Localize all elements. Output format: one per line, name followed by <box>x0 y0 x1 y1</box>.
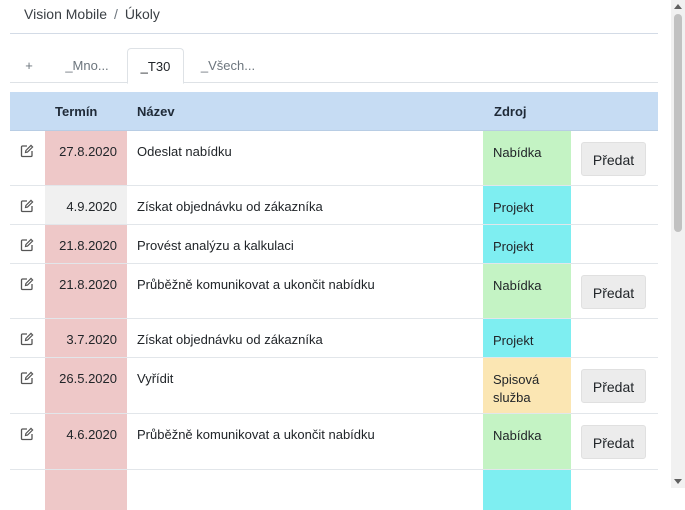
predat-button[interactable]: Předat <box>581 369 646 403</box>
task-source: Projekt <box>483 319 571 357</box>
task-title[interactable]: Vyřídit <box>137 358 483 413</box>
tab-bar: + _Mno... _T30 _Všech... <box>10 48 658 84</box>
task-date: 21.8.2020 <box>45 264 127 318</box>
breadcrumb-current-page: Úkoly <box>124 6 160 22</box>
task-date: 3.7.2020 <box>45 319 127 357</box>
edit-icon[interactable] <box>20 144 34 158</box>
table-row[interactable]: 4.9.2020 Získat objednávku od zákazníka Pr… <box>10 186 658 225</box>
edit-cell <box>10 264 45 318</box>
action-cell: Předat <box>581 264 658 318</box>
action-cell <box>581 319 658 357</box>
table-header: Termín Název Zdroj <box>10 92 658 131</box>
task-title[interactable]: Provést analýzu a kalkulaci <box>137 225 483 263</box>
edit-icon[interactable] <box>20 427 34 441</box>
tab-mno[interactable]: _Mno... <box>54 48 120 83</box>
edit-cell <box>10 131 45 185</box>
task-source: Nabídka <box>483 414 571 469</box>
action-cell: Předat <box>581 131 658 185</box>
predat-button[interactable]: Předat <box>581 142 646 176</box>
edit-icon[interactable] <box>20 238 34 252</box>
table-row[interactable]: 26.5.2020 Vyřídit Spisová služba Předat <box>10 358 658 414</box>
action-cell <box>581 225 658 263</box>
action-cell: Předat <box>581 358 658 413</box>
task-date: 4.6.2020 <box>45 414 127 469</box>
task-title[interactable]: Průběžně komunikovat a ukončit nabídku <box>137 264 483 318</box>
tab-vsech[interactable]: _Všech... <box>190 48 266 83</box>
task-date: 27.8.2020 <box>45 131 127 185</box>
column-header-nazev[interactable]: Název <box>137 92 175 131</box>
task-date: 4.9.2020 <box>45 186 127 224</box>
task-title[interactable]: Odeslat nabídku <box>137 131 483 185</box>
table-row[interactable]: 27.8.2020 Odeslat nabídku Nabídka Předat <box>10 131 658 186</box>
edit-cell <box>10 186 45 224</box>
breadcrumb-app-link[interactable]: Vision Mobile <box>24 6 107 22</box>
table-row[interactable]: 21.8.2020 Průběžně komunikovat a ukončit … <box>10 264 658 319</box>
predat-button[interactable]: Předat <box>581 275 646 309</box>
column-header-termin[interactable]: Termín <box>55 92 97 131</box>
task-source <box>483 470 571 510</box>
tab-add[interactable]: + <box>10 48 48 83</box>
edit-icon[interactable] <box>20 332 34 346</box>
scroll-down-arrow-icon[interactable] <box>674 479 682 484</box>
task-source: Projekt <box>483 186 571 224</box>
task-source: Projekt <box>483 225 571 263</box>
edit-icon[interactable] <box>20 371 34 385</box>
scroll-up-arrow-icon[interactable] <box>674 4 682 9</box>
task-date: 21.8.2020 <box>45 225 127 263</box>
edit-cell <box>10 225 45 263</box>
table-row-partial[interactable] <box>10 470 658 510</box>
edit-cell <box>10 414 45 469</box>
table-row[interactable]: 3.7.2020 Získat objednávku od zákazníka Pr… <box>10 319 658 358</box>
edit-cell <box>10 358 45 413</box>
header-divider <box>10 33 658 34</box>
task-title[interactable]: Průběžně komunikovat a ukončit nabídku <box>137 414 483 469</box>
table-row[interactable]: 21.8.2020 Provést analýzu a kalkulaci Proj… <box>10 225 658 264</box>
action-cell <box>581 186 658 224</box>
tab-t30[interactable]: _T30 <box>127 48 184 84</box>
task-title[interactable]: Získat objednávku od zákazníka <box>137 186 483 224</box>
edit-cell <box>10 319 45 357</box>
action-cell: Předat <box>581 414 658 469</box>
task-date: 26.5.2020 <box>45 358 127 413</box>
edit-icon[interactable] <box>20 199 34 213</box>
task-source: Nabídka <box>483 264 571 318</box>
table-row[interactable]: 4.6.2020 Průběžně komunikovat a ukončit n… <box>10 414 658 470</box>
scrollbar-thumb[interactable] <box>674 14 682 232</box>
task-source: Spisová služba <box>483 358 571 413</box>
task-source: Nabídka <box>483 131 571 185</box>
predat-button[interactable]: Předat <box>581 425 646 459</box>
breadcrumb: Vision Mobile / Úkoly <box>24 6 160 22</box>
column-header-zdroj[interactable]: Zdroj <box>494 92 527 131</box>
edit-icon[interactable] <box>20 277 34 291</box>
vertical-scrollbar[interactable] <box>671 0 685 488</box>
breadcrumb-separator: / <box>114 6 118 22</box>
task-date <box>45 470 127 510</box>
task-title[interactable]: Získat objednávku od zákazníka <box>137 319 483 357</box>
